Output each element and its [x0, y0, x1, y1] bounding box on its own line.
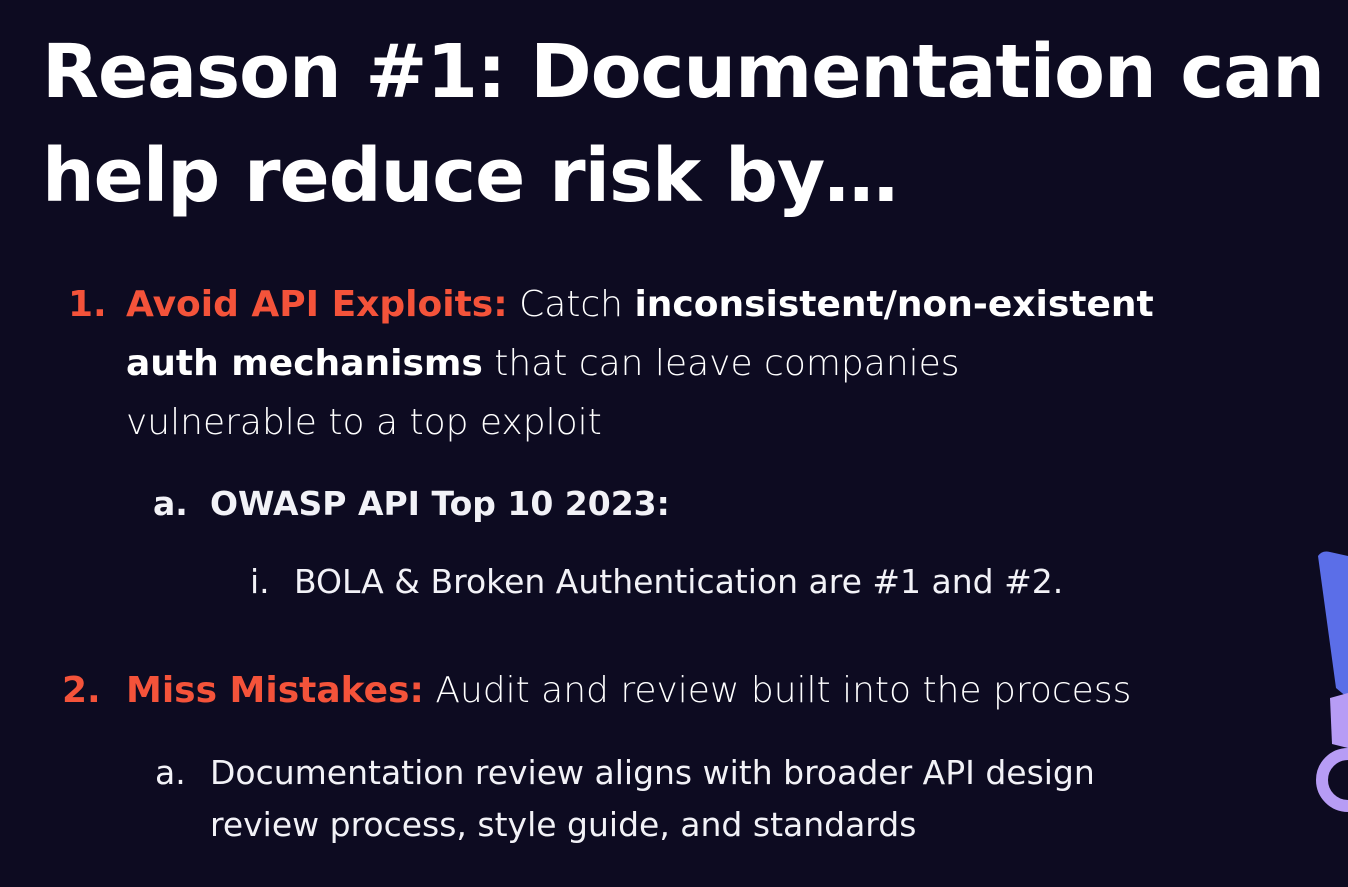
decorative-shape-icon: [1316, 551, 1348, 812]
item-2-text-1: Audit and review built into the process: [423, 670, 1132, 711]
item-1-line-2: auth mechanisms that can leave companies: [126, 334, 960, 393]
list-marker-2: 2.: [62, 670, 101, 711]
list-marker-1: 1.: [68, 284, 107, 325]
item-1-subsub-text: BOLA & Broken Authentication are #1 and …: [294, 562, 1064, 601]
item-1-line-3: vulnerable to a top exploit: [126, 402, 602, 443]
item-1-bold-1: inconsistent/non-existent: [634, 284, 1154, 325]
item-2-line-1: Miss Mistakes: Audit and review built in…: [126, 661, 1131, 720]
slide-title: Reason #1: Documentation can help reduce…: [42, 29, 1325, 219]
item-2-sub-line-2: review process, style guide, and standar…: [210, 805, 917, 844]
item-1-sub-lead: OWASP API Top 10 2023:: [210, 484, 670, 523]
slide: Reason #1: Documentation can help reduce…: [0, 0, 1348, 887]
item-1-text-2: that can leave companies: [482, 343, 960, 384]
item-1-subsub-marker: i.: [250, 562, 270, 601]
item-1-sub-marker: a.: [153, 484, 188, 523]
item-2-sub-line-1: Documentation review aligns with broader…: [210, 753, 1095, 792]
item-2-sub-marker: a.: [155, 753, 186, 792]
item-1-lead: Avoid API Exploits:: [126, 284, 508, 325]
item-2-lead: Miss Mistakes:: [126, 670, 424, 711]
item-1-bold-2: auth mechanisms: [126, 343, 483, 384]
decorative-illustration: [1308, 548, 1348, 818]
item-1-line-1: Avoid API Exploits: Catch inconsistent/n…: [126, 275, 1154, 334]
item-1-text-1: Catch: [507, 284, 635, 325]
